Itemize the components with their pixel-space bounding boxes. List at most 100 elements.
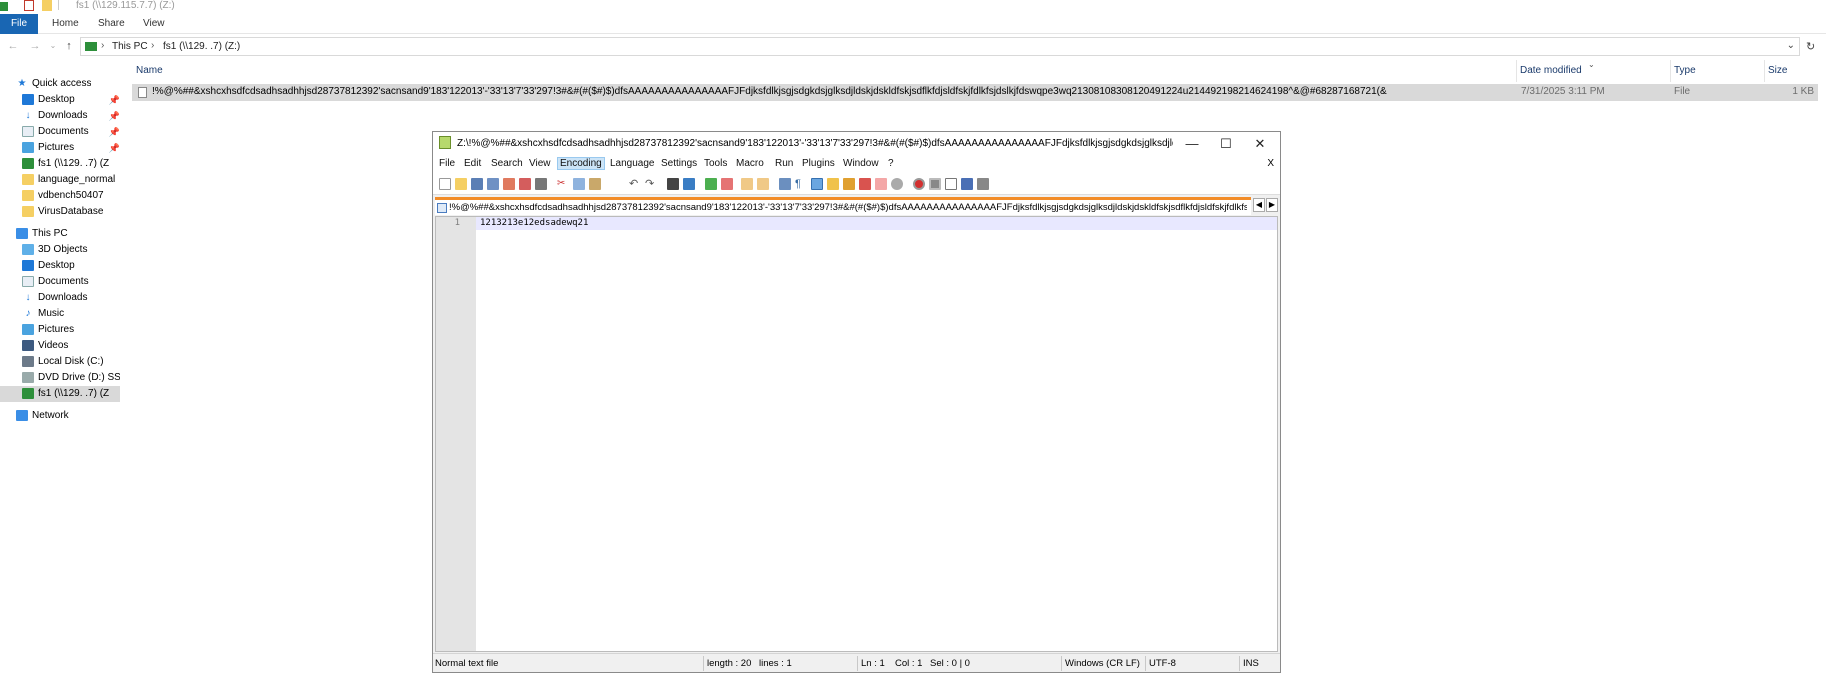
zoom-out-icon[interactable] bbox=[721, 178, 733, 190]
menu-search[interactable]: Search bbox=[491, 158, 523, 169]
nav-item-desktop-pc[interactable]: Desktop bbox=[22, 258, 120, 274]
sync-horizontal-icon[interactable] bbox=[757, 178, 769, 190]
menu-plugins[interactable]: Plugins bbox=[802, 158, 835, 169]
minimize-icon[interactable]: — bbox=[1175, 134, 1209, 153]
status-eol[interactable]: Windows (CR LF) bbox=[1065, 658, 1140, 669]
column-header-name[interactable]: Name bbox=[136, 65, 163, 76]
close-file-icon[interactable] bbox=[503, 178, 515, 190]
close-icon[interactable]: ✕ bbox=[1243, 134, 1277, 153]
editor-text[interactable]: 1213213e12edsadewq21 bbox=[480, 218, 588, 228]
nav-item-vdbench[interactable]: vdbench50407 bbox=[22, 188, 120, 204]
nav-item-local-disk-c[interactable]: Local Disk (C:) bbox=[22, 354, 120, 370]
play-macro-icon[interactable] bbox=[945, 178, 957, 190]
status-insert-mode[interactable]: INS bbox=[1243, 658, 1259, 669]
nav-item-language-normal[interactable]: language_normal bbox=[22, 172, 120, 188]
breadcrumb-separator[interactable]: › bbox=[101, 40, 104, 51]
nav-item-videos[interactable]: Videos bbox=[22, 338, 120, 354]
undo-icon[interactable]: ↶ bbox=[629, 178, 641, 190]
tab-view[interactable]: View bbox=[143, 16, 165, 32]
nav-this-pc[interactable]: This PC bbox=[16, 226, 68, 242]
new-file-icon[interactable] bbox=[439, 178, 451, 190]
nav-item-fs1[interactable]: fs1 (\\129. .7) (Z bbox=[22, 156, 120, 172]
nav-item-downloads-pc[interactable]: ↓ Downloads bbox=[22, 290, 120, 306]
properties-icon[interactable] bbox=[24, 0, 34, 11]
show-all-characters-icon[interactable]: ¶ bbox=[795, 178, 807, 190]
menu-file[interactable]: File bbox=[439, 158, 455, 169]
close-document-button[interactable]: X bbox=[1267, 158, 1274, 169]
save-icon[interactable] bbox=[471, 178, 483, 190]
menu-run[interactable]: Run bbox=[775, 158, 793, 169]
redo-icon[interactable]: ↷ bbox=[645, 178, 657, 190]
doc-map-icon[interactable] bbox=[843, 178, 855, 190]
folder-as-workspace-icon[interactable] bbox=[875, 178, 887, 190]
new-folder-icon[interactable] bbox=[42, 0, 52, 11]
nav-item-documents[interactable]: Documents 📌 bbox=[22, 124, 120, 140]
sync-vertical-icon[interactable] bbox=[741, 178, 753, 190]
word-wrap-icon[interactable] bbox=[779, 178, 791, 190]
cut-icon[interactable]: ✂ bbox=[557, 178, 569, 190]
refresh-icon[interactable]: ↻ bbox=[1806, 40, 1820, 54]
udl-icon[interactable] bbox=[827, 178, 839, 190]
nav-item-desktop[interactable]: Desktop 📌 bbox=[22, 92, 120, 108]
paste-icon[interactable] bbox=[589, 178, 601, 190]
zoom-in-icon[interactable] bbox=[705, 178, 717, 190]
breadcrumb-fs1[interactable]: fs1 (\\129. .7) (Z:) bbox=[163, 41, 240, 52]
status-encoding[interactable]: UTF-8 bbox=[1149, 658, 1176, 669]
save-macro-icon[interactable] bbox=[977, 178, 989, 190]
tab-share[interactable]: Share bbox=[98, 16, 125, 32]
nav-item-documents-pc[interactable]: Documents bbox=[22, 274, 120, 290]
breadcrumb-this-pc[interactable]: This PC bbox=[112, 41, 148, 52]
column-divider[interactable] bbox=[1516, 60, 1517, 82]
tab-scroll-right-icon[interactable]: ▶ bbox=[1266, 198, 1278, 212]
nav-network[interactable]: Network bbox=[16, 408, 69, 424]
editor-area[interactable]: 1 1213213e12edsadewq21 bbox=[435, 216, 1278, 652]
table-row[interactable]: !%@%##&xshcxhsdfcdsadhsadhhjsd2873781239… bbox=[132, 84, 1818, 101]
replace-icon[interactable] bbox=[683, 178, 695, 190]
chevron-down-icon[interactable]: ⌄ bbox=[1787, 40, 1795, 51]
up-arrow-icon[interactable]: ↑ bbox=[62, 39, 76, 53]
column-divider[interactable] bbox=[1764, 60, 1765, 82]
nav-item-music[interactable]: ♪ Music bbox=[22, 306, 120, 322]
column-header-date[interactable]: Date modified bbox=[1520, 65, 1582, 76]
back-arrow-icon[interactable]: ← bbox=[6, 39, 20, 53]
nav-item-dvd-drive[interactable]: DVD Drive (D:) SSS_X bbox=[22, 370, 120, 386]
menu-encoding[interactable]: Encoding bbox=[557, 157, 605, 170]
run-macro-multiple-icon[interactable] bbox=[961, 178, 973, 190]
nav-item-fs1-pc[interactable]: fs1 (\\129. .7) (Z bbox=[0, 386, 120, 402]
find-icon[interactable] bbox=[667, 178, 679, 190]
forward-arrow-icon[interactable]: → bbox=[28, 39, 42, 53]
menu-window[interactable]: Window bbox=[843, 158, 879, 169]
address-bar[interactable]: › This PC › fs1 (\\129. .7) (Z:) ⌄ bbox=[80, 37, 1800, 56]
menu-view[interactable]: View bbox=[529, 158, 551, 169]
recent-locations-icon[interactable]: ⌄ bbox=[46, 39, 60, 53]
indent-guide-icon[interactable] bbox=[811, 178, 823, 190]
menu-help[interactable]: ? bbox=[888, 158, 894, 169]
nav-item-pictures-pc[interactable]: Pictures bbox=[22, 322, 120, 338]
column-header-size[interactable]: Size bbox=[1768, 65, 1787, 76]
document-tab[interactable]: !%@%##&xshcxhsdfcdsadhsadhhjsd2873781239… bbox=[435, 197, 1251, 215]
menu-language[interactable]: Language bbox=[610, 158, 655, 169]
monitoring-icon[interactable] bbox=[891, 178, 903, 190]
tab-scroll-left-icon[interactable]: ◀ bbox=[1253, 198, 1265, 212]
record-macro-icon[interactable] bbox=[913, 178, 925, 190]
print-icon[interactable] bbox=[535, 178, 547, 190]
menu-edit[interactable]: Edit bbox=[464, 158, 481, 169]
tab-file[interactable]: File bbox=[0, 14, 38, 34]
function-list-icon[interactable] bbox=[859, 178, 871, 190]
nav-item-virusdatabase[interactable]: VirusDatabase bbox=[22, 204, 120, 220]
tab-home[interactable]: Home bbox=[52, 16, 79, 32]
maximize-icon[interactable]: ☐ bbox=[1209, 134, 1243, 153]
menu-settings[interactable]: Settings bbox=[661, 158, 697, 169]
menu-macro[interactable]: Macro bbox=[736, 158, 764, 169]
notepad-title-bar[interactable]: Z:\!%@%##&xshcxhsdfcdsadhsadhhjsd2873781… bbox=[433, 132, 1280, 155]
column-divider[interactable] bbox=[1670, 60, 1671, 82]
copy-icon[interactable] bbox=[573, 178, 585, 190]
open-file-icon[interactable] bbox=[455, 178, 467, 190]
save-all-icon[interactable] bbox=[487, 178, 499, 190]
nav-quick-access[interactable]: ★ Quick access bbox=[16, 76, 92, 92]
column-header-type[interactable]: Type bbox=[1674, 65, 1696, 76]
menu-tools[interactable]: Tools bbox=[704, 158, 727, 169]
nav-item-downloads[interactable]: ↓ Downloads 📌 bbox=[22, 108, 121, 124]
stop-recording-icon[interactable] bbox=[929, 178, 941, 190]
breadcrumb-separator[interactable]: › bbox=[151, 40, 154, 51]
